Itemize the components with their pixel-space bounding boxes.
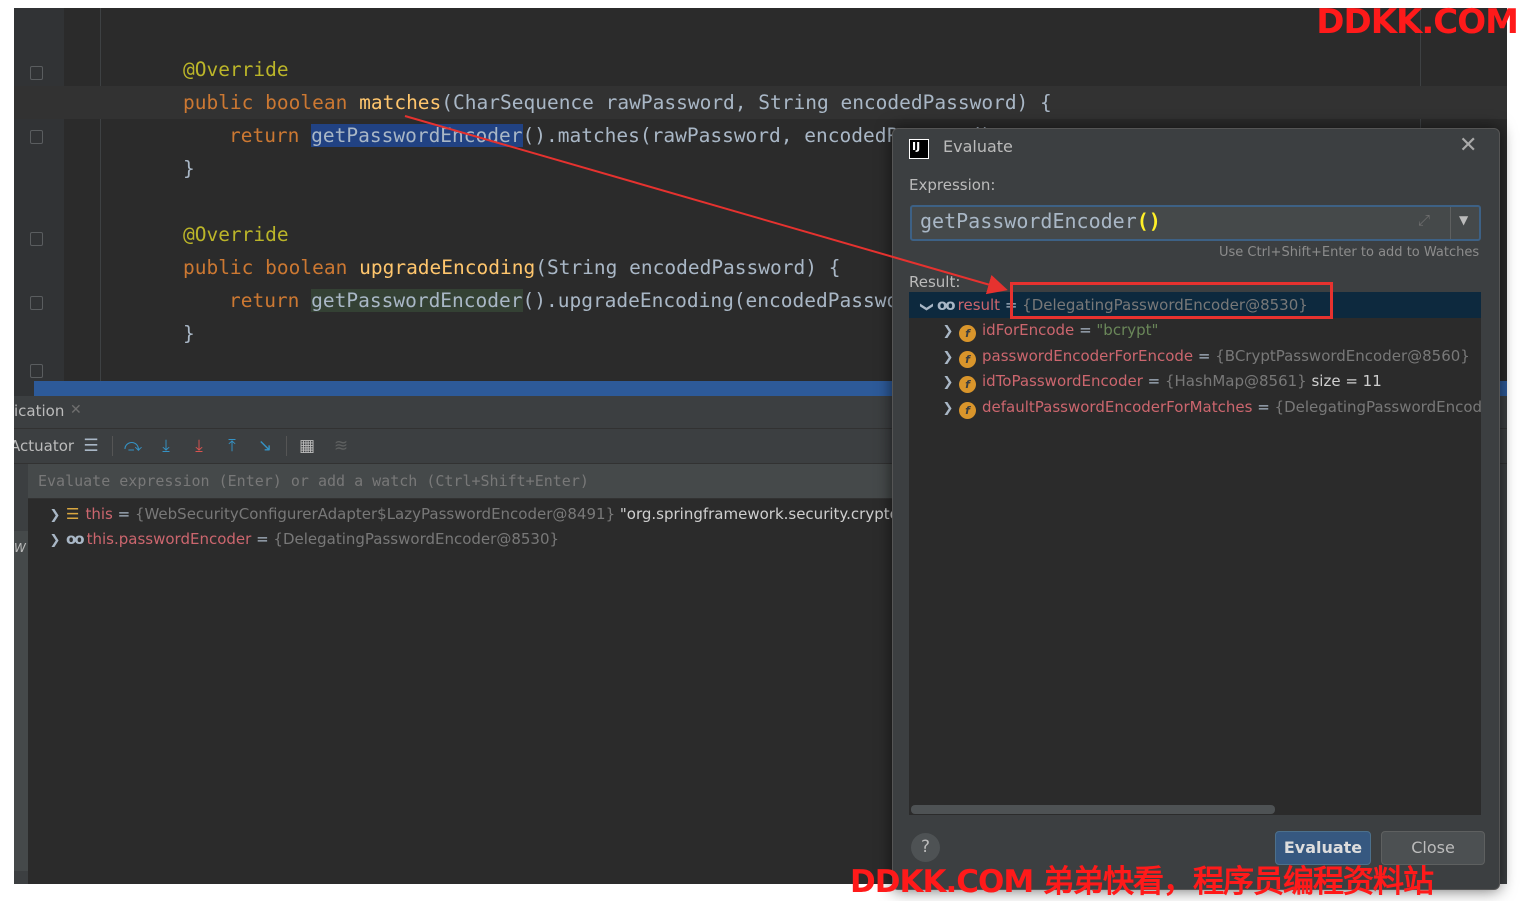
fold-icon[interactable] xyxy=(30,364,43,378)
code-token: ().upgradeEncoding(encodedPassword); xyxy=(522,289,946,312)
evaluate-dialog: IJ Evaluate ✕ Expression: getPasswordEnc… xyxy=(892,128,1500,890)
result-label: Result: xyxy=(909,273,961,291)
chevron-right-icon[interactable]: ❯ xyxy=(937,370,959,396)
chevron-down-icon[interactable]: ❯ xyxy=(913,296,939,318)
code-line: public boolean matches(CharSequence rawP… xyxy=(136,53,1052,114)
evaluate-input-placeholder: Evaluate expression (Enter) or add a wat… xyxy=(38,472,589,490)
result-tree: ❯ oo result = {DelegatingPasswordEncoder@8… xyxy=(909,292,1481,815)
evaluate-expression-icon[interactable]: ▦ xyxy=(296,435,318,457)
scrollbar-thumb[interactable] xyxy=(911,805,1275,814)
code-line: return getPasswordEncoder().matches(rawP… xyxy=(182,86,1004,147)
variable-row[interactable]: ❯ oo this.passwordEncoder = {DelegatingPas… xyxy=(44,526,560,554)
chevron-right-icon[interactable]: ❯ xyxy=(937,319,959,345)
indent-guide xyxy=(100,8,101,396)
variable-value: {WebSecurityConfigurerAdapter$LazyPasswo… xyxy=(134,505,616,523)
selected-call-token[interactable]: getPasswordEncoder xyxy=(311,124,523,147)
step-into-icon[interactable]: ⤓ xyxy=(155,435,177,457)
final-field-icon: f xyxy=(959,325,976,342)
force-step-into-icon[interactable]: ⤓ xyxy=(188,435,210,457)
field-name: passwordEncoderForEncode xyxy=(982,347,1194,365)
watches-hint: Use Ctrl+Shift+Enter to add to Watches xyxy=(1219,245,1480,260)
keyword-token: return xyxy=(228,289,300,312)
code-line: @Override xyxy=(136,20,289,81)
variable-name: this.passwordEncoder xyxy=(86,530,252,548)
close-icon[interactable]: ✕ xyxy=(70,402,82,418)
history-dropdown-button[interactable]: ▼ xyxy=(1450,207,1480,239)
toolbar-separator xyxy=(286,436,287,456)
variable-equals: = xyxy=(112,505,135,523)
actuator-tab-label[interactable]: Actuator xyxy=(14,437,74,455)
close-icon[interactable]: ✕ xyxy=(1459,133,1477,158)
object-icon: ☰ xyxy=(66,505,80,523)
chevron-right-icon[interactable]: ❯ xyxy=(937,396,959,422)
field-size: size = 11 xyxy=(1306,372,1382,390)
field-value: {BCryptPasswordEncoder@8560} xyxy=(1215,347,1470,365)
field-equals: = xyxy=(1074,321,1097,339)
fold-icon[interactable] xyxy=(30,232,43,246)
code-line: @Override xyxy=(136,185,289,246)
code-line: } xyxy=(136,119,195,180)
expression-value: getPasswordEncoder xyxy=(920,209,1137,233)
variable-value: {DelegatingPasswordEncoder@8530} xyxy=(273,530,560,548)
field-value: "bcrypt" xyxy=(1096,321,1159,339)
expression-input[interactable]: getPasswordEncoder() ⤢ ▼ xyxy=(910,205,1481,241)
chevron-down-icon: ▼ xyxy=(1459,213,1469,227)
expression-parens: () xyxy=(1136,209,1161,233)
code-line: public boolean upgradeEncoding(String en… xyxy=(136,218,841,279)
usage-highlight-token[interactable]: getPasswordEncoder xyxy=(311,289,523,312)
horizontal-scrollbar[interactable] xyxy=(909,804,1481,815)
final-field-icon: f xyxy=(959,351,976,368)
watch-glasses-icon: oo xyxy=(66,530,85,548)
field-row[interactable]: ❯ f defaultPasswordEncoderForMatches = {De… xyxy=(937,394,1481,420)
field-value: {DelegatingPasswordEncod xyxy=(1274,398,1481,416)
keyword-token: return xyxy=(228,124,300,147)
chevron-right-icon[interactable]: ❯ xyxy=(44,528,66,554)
fold-icon[interactable] xyxy=(30,66,43,80)
field-name: idForEncode xyxy=(982,321,1075,339)
variable-name: this xyxy=(85,505,113,523)
toolbar-separator xyxy=(112,436,113,456)
intellij-logo-icon: IJ xyxy=(909,139,929,159)
run-to-cursor-icon[interactable]: ↘ xyxy=(254,435,276,457)
field-name: defaultPasswordEncoderForMatches xyxy=(982,398,1253,416)
step-out-icon[interactable]: ⤒ xyxy=(221,435,243,457)
expression-label: Expression: xyxy=(909,176,996,194)
fold-icon[interactable] xyxy=(30,130,43,144)
code-line: private PasswordEncoder getPasswordEncod… xyxy=(136,350,723,396)
final-field-icon: f xyxy=(959,376,976,393)
debug-tab-label[interactable]: ication xyxy=(14,402,64,420)
variable-string: "org.springframework.security.crypto.pa xyxy=(615,505,923,523)
frames-strip: W xyxy=(14,531,28,871)
variables-tree: ❯ ☰ this = {WebSecurityConfigurerAdapter$L… xyxy=(28,499,922,884)
brace-token: } xyxy=(182,157,195,180)
watermark-top: DDKK.COM xyxy=(1316,2,1519,42)
menu-icon[interactable]: ☰ xyxy=(80,435,102,457)
watch-glasses-icon: oo xyxy=(937,296,956,314)
field-equals: = xyxy=(1142,372,1165,390)
dialog-title: Evaluate xyxy=(943,137,1013,156)
brace-token: } xyxy=(182,322,195,345)
field-row[interactable]: ❯ f idToPasswordEncoder = {HashMap@8561} s… xyxy=(937,368,1382,394)
variable-equals: = xyxy=(251,530,274,548)
field-name: idToPasswordEncoder xyxy=(982,372,1143,390)
variable-row[interactable]: ❯ ☰ this = {WebSecurityConfigurerAdapter$L… xyxy=(44,501,922,527)
step-over-icon[interactable]: ⤼ xyxy=(122,435,144,457)
annotation-highlight-box xyxy=(1010,282,1333,319)
expression-text: getPasswordEncoder() xyxy=(920,209,1161,233)
code-line: return getPasswordEncoder().upgradeEncod… xyxy=(182,251,945,312)
strip-glyph: W xyxy=(14,541,26,555)
field-equals: = xyxy=(1193,347,1216,365)
field-equals: = xyxy=(1252,398,1275,416)
evaluate-expression-input[interactable]: Evaluate expression (Enter) or add a wat… xyxy=(28,464,908,499)
result-name: result xyxy=(957,296,1001,314)
watermark-bottom: DDKK.COM 弟弟快看，程序员编程资料站 xyxy=(850,864,1434,900)
field-value: {HashMap@8561} xyxy=(1164,372,1307,390)
field-row[interactable]: ❯ f idForEncode = "bcrypt" xyxy=(937,317,1158,343)
field-icon: f xyxy=(959,402,976,419)
fold-icon[interactable] xyxy=(30,296,43,310)
field-row[interactable]: ❯ f passwordEncoderForEncode = {BCryptPass… xyxy=(937,343,1470,369)
expand-icon[interactable]: ⤢ xyxy=(1418,211,1430,229)
code-line: } xyxy=(136,284,195,345)
trace-icon[interactable]: ≋ xyxy=(330,435,352,457)
